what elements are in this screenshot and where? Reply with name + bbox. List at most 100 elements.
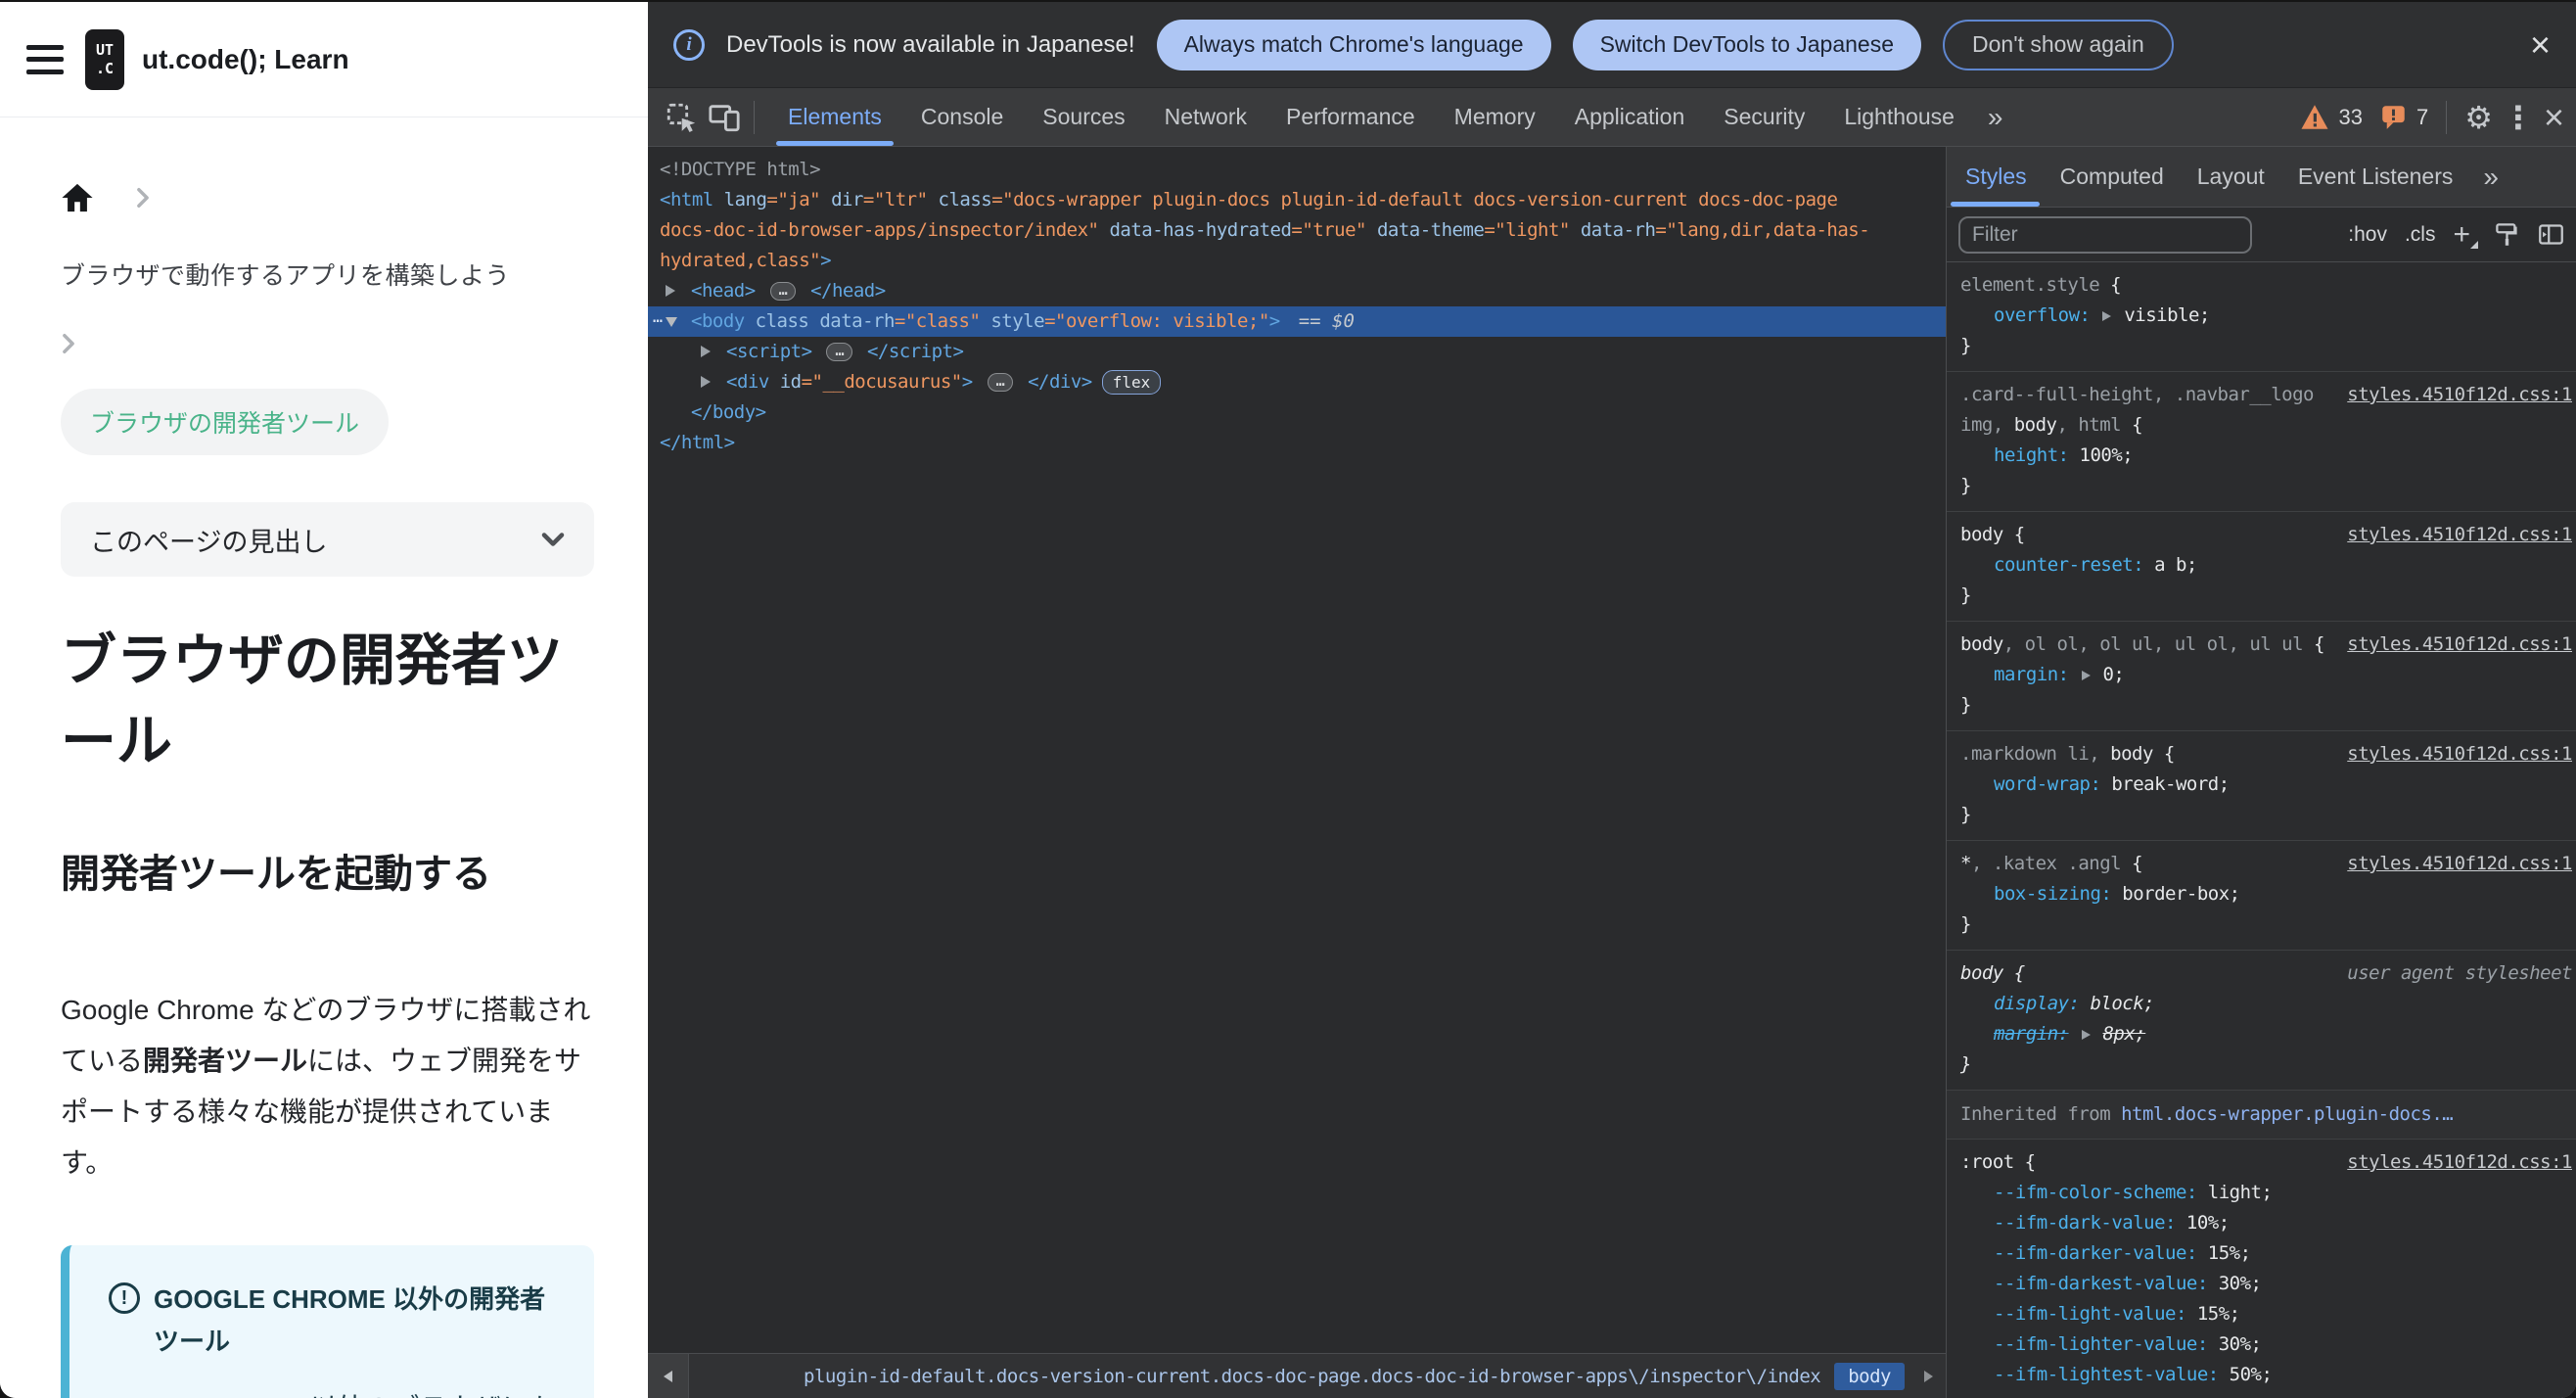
- css-declaration[interactable]: --ifm-lightest-value: 50%;: [1960, 1360, 2562, 1390]
- dont-show-again-button[interactable]: Don't show again: [1943, 19, 2174, 70]
- css-declaration[interactable]: display: block;: [1960, 989, 2562, 1019]
- stylesheet-link[interactable]: styles.4510f12d.css:1: [2347, 380, 2572, 410]
- new-style-rule-icon[interactable]: +: [2453, 219, 2478, 250]
- dom-html-open[interactable]: <html lang="ja" dir="ltr" class="docs-wr…: [648, 185, 1946, 276]
- device-toolbar-icon[interactable]: [703, 96, 746, 139]
- flex-badge[interactable]: flex: [1101, 370, 1162, 395]
- rule-selector[interactable]: element.style {: [1960, 270, 2344, 301]
- breadcrumb-back-button[interactable]: [648, 1354, 689, 1398]
- rule-selector[interactable]: body, ol ol, ol ul, ul ol, ul ul {: [1960, 629, 2344, 660]
- tab-application[interactable]: Application: [1555, 88, 1705, 146]
- breadcrumb-selected-body[interactable]: body: [1834, 1362, 1905, 1390]
- collapse-icon[interactable]: [666, 317, 677, 327]
- warning-count[interactable]: 33: [2339, 105, 2363, 130]
- more-tabs-icon[interactable]: »: [2469, 162, 2512, 193]
- expand-icon[interactable]: [2081, 1030, 2091, 1040]
- css-declaration[interactable]: box-sizing: border-box;: [1960, 879, 2562, 909]
- issues-icon[interactable]: [2380, 104, 2407, 130]
- css-declaration[interactable]: word-wrap: break-word;: [1960, 769, 2562, 800]
- tab-event-listeners[interactable]: Event Listeners: [2281, 147, 2470, 207]
- expand-icon[interactable]: [701, 376, 711, 388]
- rule-selector[interactable]: .markdown li, body {: [1960, 739, 2344, 769]
- more-tabs-icon[interactable]: »: [1974, 102, 2017, 133]
- inherited-node-link[interactable]: html.docs-wrapper.plugin-docs.…: [2121, 1103, 2454, 1125]
- class-toggle[interactable]: .cls: [2405, 223, 2436, 247]
- stylesheet-link[interactable]: styles.4510f12d.css:1: [2347, 739, 2572, 769]
- stylesheet-link[interactable]: styles.4510f12d.css:1: [2347, 520, 2572, 550]
- toolbar-right-group: 33 7 ⚙ ⋮ ×: [2300, 99, 2564, 135]
- css-declaration[interactable]: height: 100%;: [1960, 441, 2562, 471]
- sidebar-toggle-icon[interactable]: [2538, 221, 2564, 248]
- section-heading: 開発者ツールを起動する: [61, 853, 491, 896]
- row-handle-icon[interactable]: ⋯: [653, 306, 664, 337]
- stylesheet-link[interactable]: styles.4510f12d.css:1: [2347, 849, 2572, 879]
- hover-state-toggle[interactable]: :hov: [2348, 223, 2387, 247]
- home-icon[interactable]: [61, 182, 94, 213]
- dom-doctype[interactable]: <!DOCTYPE html>: [648, 155, 1946, 185]
- dom-docusaurus-div[interactable]: <div id="__docusaurus"> … </div> flex: [648, 367, 1946, 397]
- tab-console[interactable]: Console: [901, 88, 1023, 146]
- dom-head[interactable]: <head> … </head>: [648, 276, 1946, 306]
- toc-collapsible[interactable]: このページの見出し: [61, 502, 594, 577]
- info-admonition: ! GOOGLE CHROME 以外の開発者ツール Google Chrome …: [61, 1245, 594, 1398]
- rule-selector[interactable]: :root {: [1960, 1147, 2344, 1178]
- tab-lighthouse[interactable]: Lighthouse: [1824, 88, 1974, 146]
- site-title[interactable]: ut.code(); Learn: [142, 44, 349, 75]
- stylesheet-link[interactable]: styles.4510f12d.css:1: [2347, 1147, 2572, 1178]
- paintbrush-icon[interactable]: [2494, 221, 2520, 248]
- ellipsis-button[interactable]: …: [826, 343, 852, 361]
- gear-icon[interactable]: ⚙: [2464, 102, 2493, 133]
- styles-filter-input[interactable]: [1958, 215, 2252, 254]
- tab-security[interactable]: Security: [1704, 88, 1824, 146]
- tab-sources[interactable]: Sources: [1023, 88, 1144, 146]
- rule-selector[interactable]: body {: [1960, 958, 2344, 989]
- always-match-language-button[interactable]: Always match Chrome's language: [1156, 19, 1551, 70]
- css-declaration[interactable]: --ifm-light-value: 15%;: [1960, 1299, 2562, 1329]
- tab-elements[interactable]: Elements: [768, 88, 901, 146]
- rule-selector[interactable]: *, .katex .angl {: [1960, 849, 2344, 879]
- kebab-menu-icon[interactable]: ⋮: [2503, 102, 2534, 133]
- close-icon[interactable]: ×: [2530, 26, 2551, 63]
- expand-icon[interactable]: [701, 346, 711, 357]
- css-declaration[interactable]: --ifm-lighter-value: 30%;: [1960, 1329, 2562, 1360]
- dom-body-selected[interactable]: ⋯ <body class data-rh="class" style="ove…: [648, 306, 1946, 337]
- expand-icon[interactable]: [2102, 311, 2112, 321]
- ellipsis-button[interactable]: …: [769, 282, 797, 301]
- tab-memory[interactable]: Memory: [1435, 88, 1555, 146]
- css-declaration[interactable]: overflow: visible;: [1960, 301, 2562, 331]
- breadcrumb-path[interactable]: plugin-id-default.docs-version-current.d…: [804, 1366, 1821, 1387]
- inspect-element-icon[interactable]: [660, 96, 703, 139]
- dom-body-close[interactable]: </body>: [648, 397, 1946, 428]
- css-declaration[interactable]: --ifm-color-scheme: light;: [1960, 1178, 2562, 1208]
- ellipsis-button[interactable]: …: [987, 373, 1014, 392]
- css-declaration-overridden[interactable]: margin: 8px;: [1960, 1019, 2562, 1049]
- tab-layout[interactable]: Layout: [2181, 147, 2281, 207]
- tab-computed[interactable]: Computed: [2044, 147, 2181, 207]
- css-rule-word-wrap: styles.4510f12d.css:1 .markdown li, body…: [1947, 731, 2576, 841]
- rule-selector[interactable]: .card--full-height, .navbar__logo img, b…: [1960, 380, 2344, 441]
- site-logo[interactable]: UT .C: [85, 28, 124, 90]
- toc-label: このページの見出し: [90, 527, 328, 557]
- breadcrumb-forward-button[interactable]: [1910, 1354, 1946, 1398]
- css-declaration[interactable]: --ifm-darkest-value: 30%;: [1960, 1269, 2562, 1299]
- css-declaration[interactable]: --ifm-dark-value: 10%;: [1960, 1208, 2562, 1238]
- hamburger-menu-icon[interactable]: [26, 44, 64, 74]
- tab-performance[interactable]: Performance: [1266, 88, 1435, 146]
- stylesheet-link[interactable]: styles.4510f12d.css:1: [2347, 629, 2572, 660]
- rule-selector[interactable]: body {: [1960, 520, 2344, 550]
- styles-toolbar: :hov .cls +: [1947, 208, 2576, 262]
- expand-icon[interactable]: [2081, 671, 2091, 680]
- tab-network[interactable]: Network: [1145, 88, 1266, 146]
- issue-count[interactable]: 7: [2416, 105, 2428, 130]
- css-declaration[interactable]: margin: 0;: [1960, 660, 2562, 690]
- close-icon[interactable]: ×: [2544, 99, 2564, 135]
- css-declaration[interactable]: --ifm-darker-value: 15%;: [1960, 1238, 2562, 1269]
- css-declaration[interactable]: counter-reset: a b;: [1960, 550, 2562, 581]
- dom-script[interactable]: <script> … </script>: [648, 337, 1946, 367]
- expand-icon[interactable]: [666, 285, 675, 297]
- tab-styles[interactable]: Styles: [1949, 147, 2044, 207]
- dom-breadcrumb: plugin-id-default.docs-version-current.d…: [689, 1354, 1910, 1398]
- dom-html-close[interactable]: </html>: [648, 428, 1946, 458]
- switch-devtools-japanese-button[interactable]: Switch DevTools to Japanese: [1572, 19, 1922, 70]
- warning-icon[interactable]: [2300, 104, 2329, 130]
